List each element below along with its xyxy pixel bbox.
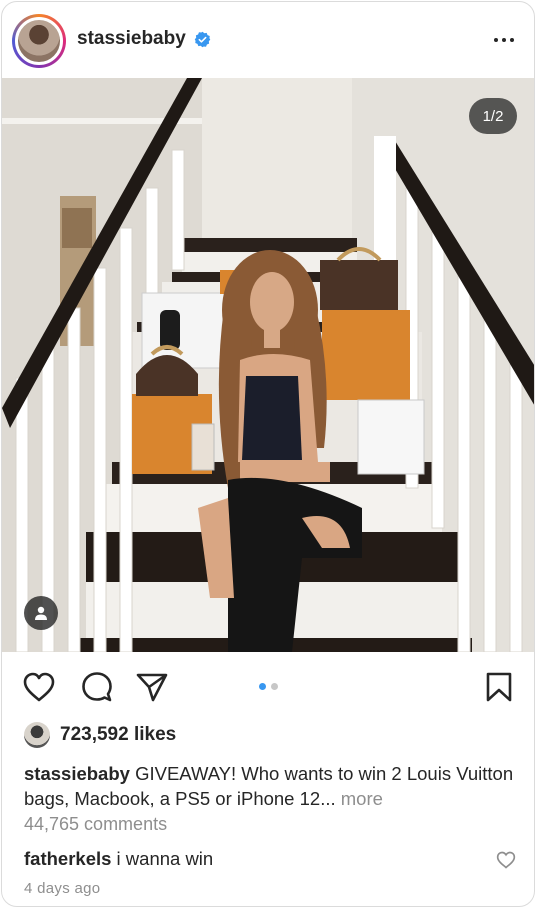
comment-username[interactable]: fatherkels (24, 848, 111, 869)
caption-more-link[interactable]: more (341, 788, 383, 809)
carousel-dot (271, 683, 278, 690)
photo-illustration (2, 78, 534, 652)
comment-item: fatherkels i wanna win (24, 848, 213, 870)
liker-avatar[interactable] (24, 722, 50, 748)
post-username[interactable]: stassiebaby (77, 28, 186, 50)
carousel-dot-active (259, 683, 266, 690)
bookmark-icon[interactable] (482, 670, 516, 704)
comment-icon[interactable] (80, 670, 114, 704)
post-timestamp: 4 days ago (24, 880, 101, 897)
likes-count[interactable]: 723,592 likes (60, 724, 176, 746)
post-caption: stassiebaby GIVEAWAY! Who wants to win 2… (24, 761, 514, 811)
user-tag-icon[interactable] (24, 596, 58, 630)
heart-outline-icon[interactable] (496, 850, 516, 870)
post-header: stassiebaby (2, 2, 534, 78)
likes-row: 723,592 likes (24, 722, 176, 748)
carousel-dots (259, 683, 278, 690)
caption-username[interactable]: stassiebaby (24, 763, 130, 784)
profile-avatar[interactable] (12, 14, 66, 68)
view-comments-link[interactable]: 44,765 comments (24, 814, 167, 835)
username-row: stassiebaby (77, 28, 211, 50)
comment-text: i wanna win (116, 848, 214, 869)
post-photo[interactable]: 1/2 (2, 78, 534, 652)
image-counter: 1/2 (469, 98, 517, 134)
send-icon[interactable] (135, 670, 169, 704)
more-horizontal-icon[interactable] (492, 29, 516, 51)
action-bar (2, 664, 534, 710)
heart-icon[interactable] (22, 670, 56, 704)
verified-badge-icon (194, 31, 211, 47)
instagram-post-card: stassiebaby 1/2 723,592 likes stassiebab… (1, 1, 535, 907)
avatar-image (15, 17, 63, 65)
person-glyph (35, 606, 47, 620)
